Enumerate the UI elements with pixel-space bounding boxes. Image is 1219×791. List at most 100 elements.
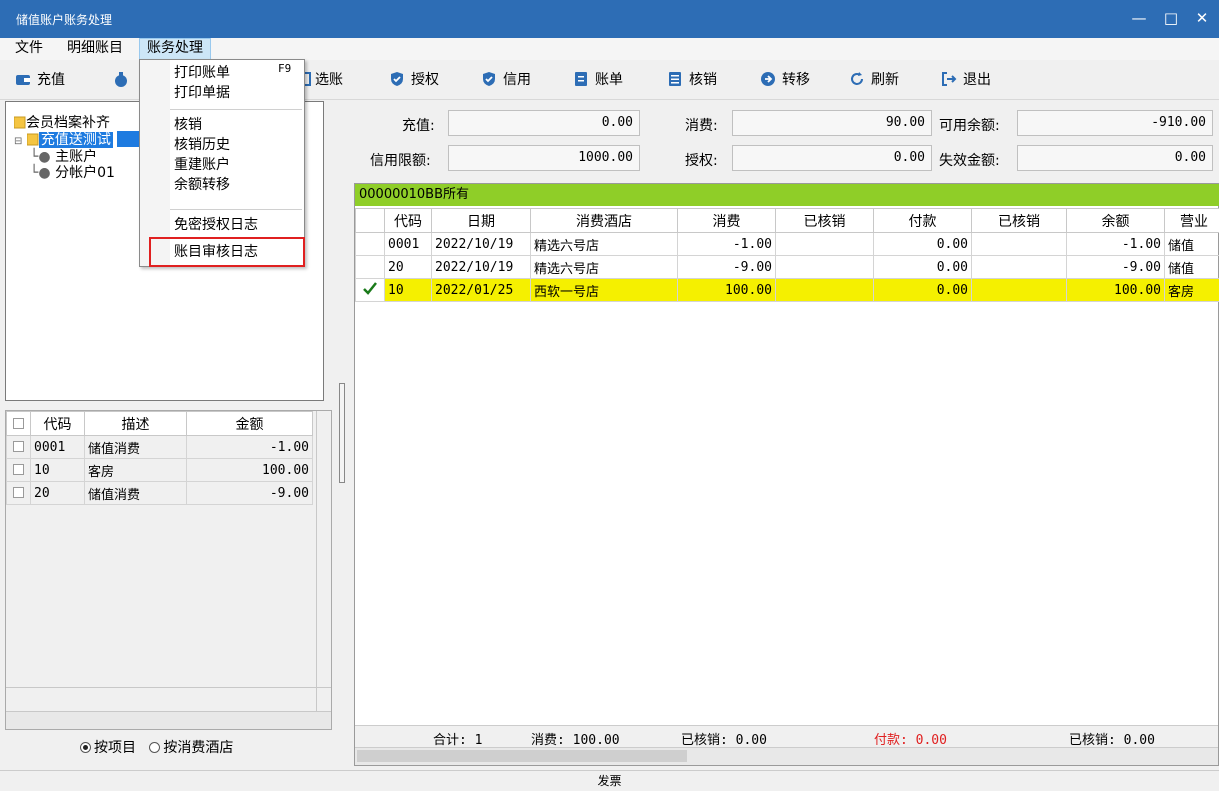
minimize-button[interactable]: — (1127, 6, 1151, 30)
summary-panel: 充值: 0.00 消费: 90.00 可用余额: -910.00 信用限额: 1… (354, 101, 1219, 179)
row-checkbox[interactable] (6, 435, 31, 459)
table-row-selected[interactable]: 10 2022/01/25 西软一号店 100.00 0.00 100.00 客… (355, 278, 1219, 302)
header-code[interactable]: 代码 (384, 208, 432, 233)
menu-file[interactable]: 文件 (8, 38, 50, 60)
expired-field: 0.00 (1017, 145, 1213, 171)
header-amount[interactable]: 金额 (186, 411, 313, 436)
menu-item-balance-transfer[interactable]: 余额转移 (174, 174, 230, 194)
exit-icon (942, 72, 957, 86)
header-written-off[interactable]: 已核销 (775, 208, 874, 233)
collapse-icon[interactable]: ⊟ (14, 136, 22, 147)
consume-field: 90.00 (732, 110, 932, 136)
header-balance[interactable]: 余额 (1066, 208, 1165, 233)
header-desc[interactable]: 描述 (84, 411, 187, 436)
transfer-button[interactable]: 转移 (760, 68, 810, 92)
recharge-label: 充值: (402, 118, 435, 134)
header-consume[interactable]: 消费 (677, 208, 776, 233)
table-row[interactable]: 10 客房 100.00 (6, 458, 313, 482)
menu-item-rebuild-account[interactable]: 重建账户 (174, 154, 230, 174)
footer-pay: 付款: 0.00 (874, 733, 947, 748)
credit-label: 信用限额: (370, 153, 431, 169)
footer-written-2: 已核销: 0.00 (1069, 733, 1155, 748)
group-by-options: 按项目 按消费酒店 (80, 737, 233, 757)
menu-item-write-off[interactable]: 核销 (174, 114, 202, 134)
footer-total: 合计: 1 (433, 733, 483, 748)
item-table: 代码 描述 金额 0001 储值消费 -1.00 10 客房 100.00 20… (6, 411, 313, 505)
list-icon (669, 72, 681, 86)
authorize-button[interactable]: 授权 (389, 68, 439, 92)
radio-off-icon (149, 742, 161, 753)
transaction-grid[interactable]: 00000010BB所有 代码 日期 消费酒店 消费 已核销 付款 已核销 余额… (354, 183, 1219, 766)
header-date[interactable]: 日期 (431, 208, 531, 233)
header-checkbox[interactable] (6, 411, 31, 436)
credit-field: 1000.00 (448, 145, 640, 171)
panel-splitter[interactable] (339, 383, 345, 483)
recharge-button[interactable]: 充值 (15, 68, 65, 92)
menu-account-processing[interactable]: 账务处理 (139, 38, 211, 60)
menu-item-print-receipt[interactable]: 打印单据 (174, 82, 230, 102)
header-payment[interactable]: 付款 (873, 208, 972, 233)
scrollbar-thumb[interactable] (357, 750, 687, 762)
auth-label: 授权: (685, 153, 718, 169)
refresh-icon (851, 72, 863, 85)
maximize-button[interactable]: □ (1159, 6, 1183, 30)
menu-separator (170, 109, 302, 110)
write-off-button[interactable]: 核销 (667, 68, 717, 92)
window-title: 储值账户账务处理 (16, 13, 113, 27)
check-icon (363, 282, 377, 295)
header-business[interactable]: 营业 (1164, 208, 1219, 233)
menu-item-write-off-history[interactable]: 核销历史 (174, 134, 230, 154)
highlight-box (149, 237, 305, 267)
select-account-button[interactable]: 选账 (301, 68, 343, 92)
header-written-off-2[interactable]: 已核销 (971, 208, 1067, 233)
grid-edge (316, 411, 317, 711)
row-checkbox[interactable] (6, 481, 31, 505)
menu-detail-accounts[interactable]: 明细账目 (60, 38, 130, 60)
table-row[interactable]: 0001 储值消费 -1.00 (6, 435, 313, 459)
table-row[interactable]: 0001 2022/10/19 精选六号店 -1.00 0.00 -1.00 储… (355, 232, 1219, 256)
footer-consume: 消费: 100.00 (531, 733, 620, 748)
close-button[interactable]: ✕ (1190, 6, 1214, 30)
bill-button[interactable]: 账单 (573, 68, 623, 92)
horizontal-scrollbar[interactable] (355, 747, 1218, 765)
radio-by-item[interactable]: 按项目 (80, 740, 136, 756)
title-bar: 储值账户账务处理 — □ ✕ (0, 0, 1219, 38)
tree-child-sub[interactable]: └● 分帐户01 (30, 162, 115, 182)
row-check[interactable] (355, 278, 385, 302)
arrow-circle-icon (761, 72, 775, 86)
wallet-icon (16, 75, 30, 85)
radio-by-hotel[interactable]: 按消费酒店 (149, 740, 233, 756)
tree-bullet-icon: └● (30, 165, 51, 181)
header-hotel[interactable]: 消费酒店 (530, 208, 678, 233)
horizontal-scrollbar[interactable] (6, 711, 331, 729)
credit-button[interactable]: 信用 (481, 68, 531, 92)
expired-label: 失效金额: (939, 153, 1000, 169)
row-check[interactable] (355, 232, 385, 256)
menu-separator (170, 209, 302, 210)
menu-gutter (140, 60, 170, 266)
header-check (355, 208, 385, 233)
menu-bar: 文件 明细账目 账务处理 (0, 38, 1219, 60)
document-icon (575, 72, 587, 86)
item-grid[interactable]: 代码 描述 金额 0001 储值消费 -1.00 10 客房 100.00 20… (5, 410, 332, 730)
row-check[interactable] (355, 255, 385, 279)
folder-icon (26, 133, 39, 146)
table-row[interactable]: 20 储值消费 -9.00 (6, 481, 313, 505)
menu-item-print-bill[interactable]: 打印账单 F9 (174, 62, 291, 82)
table-row[interactable]: 20 2022/10/19 精选六号店 -9.00 0.00 -9.00 储值 (355, 255, 1219, 279)
shield-check-icon (483, 72, 495, 86)
status-bar: 发票 (0, 770, 1219, 791)
consume-label: 消费: (685, 118, 718, 134)
available-field: -910.00 (1017, 110, 1213, 136)
row-checkbox[interactable] (6, 458, 31, 482)
exit-button[interactable]: 退出 (941, 68, 991, 92)
money-bag-button[interactable] (113, 68, 135, 92)
header-code[interactable]: 代码 (30, 411, 85, 436)
shield-check-icon (391, 72, 403, 86)
grid-title: 00000010BB所有 (355, 184, 1219, 206)
available-label: 可用余额: (939, 118, 1000, 134)
money-bag-icon (115, 72, 127, 87)
menu-item-passwordless-auth-log[interactable]: 免密授权日志 (174, 214, 258, 234)
refresh-button[interactable]: 刷新 (849, 68, 899, 92)
footer-written: 已核销: 0.00 (681, 733, 767, 748)
